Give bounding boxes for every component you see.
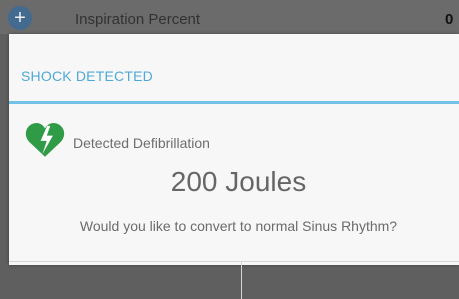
background-list-row: + Inspiration Percent 0 bbox=[0, 0, 459, 34]
heart-lightning-icon bbox=[23, 118, 67, 162]
energy-value: 200 Joules bbox=[170, 166, 307, 197]
plus-circle-icon[interactable]: + bbox=[8, 6, 32, 30]
background-row-label: Inspiration Percent bbox=[75, 11, 201, 28]
convert-question: Would you like to convert to normal Sinu… bbox=[79, 218, 398, 234]
background-row-value: 0 bbox=[445, 11, 454, 28]
shock-detected-dialog: SHOCK DETECTED Detected Defibrillation 2… bbox=[9, 34, 459, 299]
dialog-title: SHOCK DETECTED bbox=[21, 68, 153, 84]
title-divider bbox=[9, 101, 459, 104]
dialog-right-button[interactable] bbox=[242, 262, 459, 299]
detected-defibrillation-label: Detected Defibrillation bbox=[73, 135, 210, 151]
dialog-left-button[interactable] bbox=[9, 262, 241, 299]
